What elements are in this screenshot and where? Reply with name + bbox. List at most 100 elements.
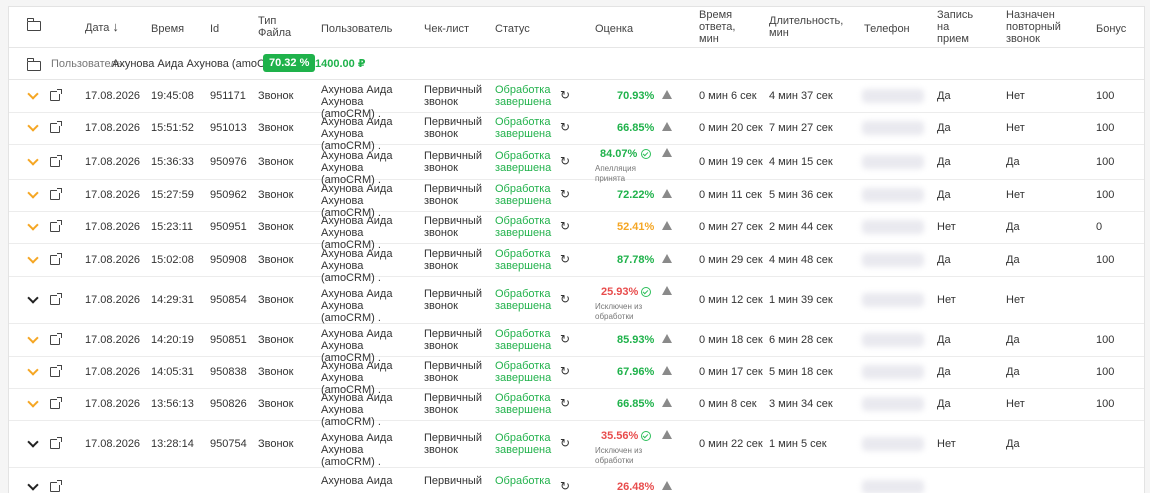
- warning-icon[interactable]: [662, 148, 672, 157]
- open-external-icon[interactable]: [50, 333, 62, 345]
- col-date[interactable]: Дата ↓: [85, 20, 119, 34]
- expand-chevron-icon[interactable]: [27, 292, 39, 304]
- warning-icon[interactable]: [662, 334, 672, 343]
- refresh-icon[interactable]: ↻: [560, 396, 570, 410]
- warning-icon[interactable]: [662, 90, 672, 99]
- col-file-type[interactable]: Тип Файла: [258, 15, 298, 39]
- row-response-time: 0 мин 20 сек: [699, 122, 763, 134]
- phone-blurred: [862, 333, 924, 347]
- refresh-icon[interactable]: ↻: [560, 252, 570, 266]
- warning-icon[interactable]: [662, 189, 672, 198]
- row-response-time: 0 мин 22 сек: [699, 438, 763, 450]
- open-external-icon[interactable]: [50, 121, 62, 133]
- col-response-time[interactable]: Время ответа, мин: [699, 9, 754, 45]
- warning-icon[interactable]: [662, 122, 672, 131]
- row-duration: 5 мин 18 сек: [769, 366, 833, 378]
- row-duration: 1 мин 39 сек: [769, 294, 833, 306]
- open-external-icon[interactable]: [50, 397, 62, 409]
- open-external-icon[interactable]: [50, 220, 62, 232]
- col-appointment[interactable]: Запись на прием: [937, 9, 979, 45]
- table-row[interactable]: 17.08.2026 15:27:59 950962 Звонок Ахунова Аи…: [9, 179, 1144, 219]
- calls-table: Дата ↓ Время Id Тип Файла Пользователь Ч…: [8, 6, 1145, 493]
- col-status[interactable]: Статус: [495, 23, 530, 35]
- expand-chevron-icon[interactable]: [27, 364, 39, 376]
- refresh-icon[interactable]: ↻: [560, 88, 570, 102]
- row-status: Обработка завершена: [495, 288, 552, 312]
- row-response-time: 0 мин 8 сек: [699, 398, 757, 410]
- col-bonus[interactable]: Бонус: [1096, 23, 1126, 35]
- col-score[interactable]: Оценка: [595, 23, 633, 35]
- open-external-icon[interactable]: [50, 293, 62, 305]
- warning-icon[interactable]: [662, 398, 672, 407]
- expand-chevron-icon[interactable]: [27, 396, 39, 408]
- table-row[interactable]: 17.08.2026 13:56:13 950826 Звонок Ахунова Аи…: [9, 388, 1144, 428]
- expand-chevron-icon[interactable]: [27, 252, 39, 264]
- row-file-type: Звонок: [258, 438, 294, 450]
- row-date: 17.08.2026: [85, 294, 141, 306]
- row-score: 84.07%: [600, 148, 638, 160]
- col-time[interactable]: Время: [151, 23, 184, 35]
- open-external-icon[interactable]: [50, 365, 62, 377]
- row-user: Ахунова Аида Ахунова (amoCRM) .: [321, 288, 393, 324]
- row-response-time: 0 мин 17 сек: [699, 366, 763, 378]
- expand-chevron-icon[interactable]: [27, 332, 39, 344]
- col-repeat-call[interactable]: Назначен повторный звонок: [1006, 9, 1076, 45]
- refresh-icon[interactable]: ↻: [560, 219, 570, 233]
- row-bonus: 100: [1096, 189, 1115, 201]
- table-row[interactable]: 17.08.2026 15:02:08 950908 Звонок Ахунова Аи…: [9, 243, 1144, 284]
- row-time: 13:56:13: [151, 398, 194, 410]
- row-response-time: 0 мин 12 сек: [699, 294, 763, 306]
- row-appointment: Нет: [937, 221, 956, 233]
- row-duration: 5 мин 36 сек: [769, 189, 833, 201]
- expand-chevron-icon[interactable]: [27, 219, 39, 231]
- table-row[interactable]: 17.08.2026 14:29:31 950854 Звонок Ахунова Аи…: [9, 276, 1144, 324]
- phone-blurred: [862, 293, 924, 307]
- expand-chevron-icon[interactable]: [27, 187, 39, 199]
- expand-chevron-icon[interactable]: [27, 88, 39, 100]
- col-duration[interactable]: Длительность, мин: [769, 15, 843, 39]
- folder-icon[interactable]: [27, 18, 41, 31]
- row-status: Обработка завершена: [495, 360, 552, 384]
- open-external-icon[interactable]: [50, 89, 62, 101]
- refresh-icon[interactable]: ↻: [560, 154, 570, 168]
- row-id: 950962: [210, 189, 247, 201]
- table-row[interactable]: 17.08.2026 13:28:14 950754 Звонок Ахунова Аи…: [9, 420, 1144, 468]
- refresh-icon[interactable]: ↻: [560, 479, 570, 493]
- warning-icon[interactable]: [662, 286, 672, 295]
- row-score: 52.41%: [617, 221, 655, 233]
- table-row[interactable]: Ахунова Аида Первичный Обработка ↻ 26.48%: [9, 467, 1144, 493]
- expand-chevron-icon[interactable]: [27, 436, 39, 448]
- refresh-icon[interactable]: ↻: [560, 292, 570, 306]
- open-external-icon[interactable]: [50, 155, 62, 167]
- open-external-icon[interactable]: [50, 188, 62, 200]
- table-row[interactable]: 17.08.2026 15:36:33 950976 Звонок Ахунова Аи…: [9, 144, 1144, 186]
- open-external-icon[interactable]: [50, 480, 62, 492]
- expand-chevron-icon[interactable]: [27, 479, 39, 491]
- row-duration: 4 мин 48 сек: [769, 254, 833, 266]
- row-user: Ахунова Аида Ахунова (amoCRM) .: [321, 432, 393, 468]
- refresh-icon[interactable]: ↻: [560, 364, 570, 378]
- warning-icon[interactable]: [662, 254, 672, 263]
- refresh-icon[interactable]: ↻: [560, 332, 570, 346]
- warning-icon[interactable]: [662, 221, 672, 230]
- expand-chevron-icon[interactable]: [27, 154, 39, 166]
- col-id[interactable]: Id: [210, 23, 219, 35]
- table-row[interactable]: 17.08.2026 15:23:11 950951 Звонок Ахунова Аи…: [9, 211, 1144, 251]
- phone-blurred: [862, 220, 924, 234]
- warning-icon[interactable]: [662, 366, 672, 375]
- open-external-icon[interactable]: [50, 437, 62, 449]
- table-row[interactable]: 17.08.2026 14:20:19 950851 Звонок Ахунова Аи…: [9, 323, 1144, 364]
- warning-icon[interactable]: [662, 430, 672, 439]
- refresh-icon[interactable]: ↻: [560, 187, 570, 201]
- refresh-icon[interactable]: ↻: [560, 120, 570, 134]
- expand-chevron-icon[interactable]: [27, 120, 39, 132]
- refresh-icon[interactable]: ↻: [560, 436, 570, 450]
- table-row[interactable]: 17.08.2026 15:51:52 951013 Звонок Ахунова Аи…: [9, 112, 1144, 152]
- table-row[interactable]: 17.08.2026 19:45:08 951171 Звонок Ахунова Аи…: [9, 80, 1144, 120]
- user-group-row[interactable]: Пользователь: Ахунова Аида Ахунова (amoC…: [9, 47, 1144, 80]
- col-checklist[interactable]: Чек-лист: [424, 23, 469, 35]
- col-phone[interactable]: Телефон: [864, 23, 910, 35]
- table-row[interactable]: 17.08.2026 14:05:31 950838 Звонок Ахунова Аи…: [9, 356, 1144, 396]
- open-external-icon[interactable]: [50, 253, 62, 265]
- col-user[interactable]: Пользователь: [321, 23, 392, 35]
